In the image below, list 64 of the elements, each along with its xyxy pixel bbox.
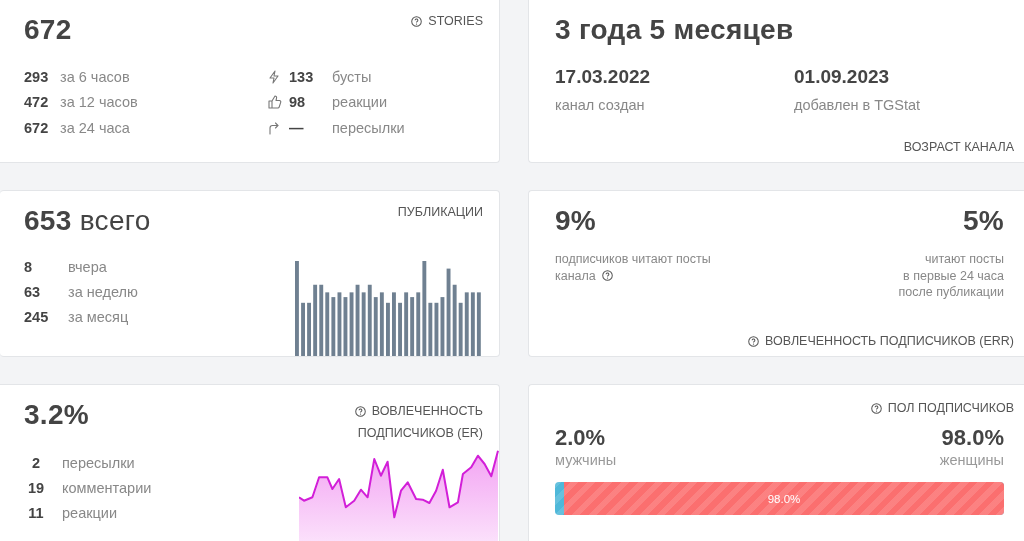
description-line: подписчиков читают посты bbox=[555, 251, 711, 268]
description-line: канала bbox=[555, 267, 596, 284]
bar bbox=[301, 302, 305, 356]
percent-value: 98.0% bbox=[941, 425, 1004, 451]
publications-total: 653 всего bbox=[24, 205, 152, 237]
er-value: 3.2% bbox=[24, 399, 91, 431]
bar bbox=[307, 302, 311, 356]
percent-value: 9% bbox=[555, 205, 598, 237]
lightning-icon bbox=[268, 69, 280, 84]
stat-value: 98 bbox=[289, 94, 307, 111]
period-value: 672 bbox=[24, 119, 50, 136]
card-title: ВОЗРАСТ КАНАЛА bbox=[903, 140, 1014, 154]
period-label: за 6 часов bbox=[60, 68, 130, 85]
description-line: после публикации bbox=[898, 284, 1004, 301]
bar bbox=[386, 302, 390, 356]
percent-value: 2.0% bbox=[555, 425, 607, 451]
period-value: 245 bbox=[24, 308, 50, 327]
date-value: 17.03.2022 bbox=[555, 66, 652, 88]
count-label: реакции bbox=[62, 504, 118, 523]
help-icon[interactable] bbox=[748, 335, 760, 347]
period-value: 63 bbox=[24, 283, 42, 302]
bar bbox=[392, 292, 396, 356]
gender-label: мужчины bbox=[555, 452, 617, 468]
bar bbox=[398, 302, 402, 356]
stat-value: — bbox=[289, 119, 305, 136]
card-title-line: ПОДПИСЧИКОВ (ER) bbox=[357, 425, 483, 442]
thumbs-up-icon bbox=[268, 95, 282, 110]
stat-label: реакции bbox=[332, 94, 388, 111]
percent-value: 5% bbox=[962, 205, 1004, 237]
count-value: 11 bbox=[28, 504, 44, 523]
count-label: комментарии bbox=[62, 479, 152, 498]
period-value: 293 bbox=[24, 68, 50, 85]
help-icon[interactable] bbox=[411, 15, 423, 27]
period-label: за неделю bbox=[68, 283, 138, 302]
description-line: в первые 24 часа bbox=[903, 267, 1004, 284]
help-icon[interactable] bbox=[354, 405, 366, 417]
gender-label: женщины bbox=[939, 452, 1004, 468]
stories-count: 672 bbox=[24, 14, 72, 46]
bar-label: 98.0% bbox=[767, 492, 801, 505]
stat-label: пересылки bbox=[332, 119, 405, 136]
description-line: читают посты bbox=[925, 251, 1004, 268]
period-value: 472 bbox=[24, 94, 50, 111]
period-label: за 12 часов bbox=[60, 94, 138, 111]
date-value: 01.09.2023 bbox=[794, 66, 891, 88]
count-value: 2 bbox=[31, 454, 41, 473]
card-title-line: ВОВЛЕЧЕННОСТЬ bbox=[371, 403, 483, 420]
card-title: STORIES bbox=[428, 14, 483, 28]
forward-arrow-icon bbox=[268, 120, 280, 135]
period-label: вчера bbox=[68, 258, 107, 277]
date-label: добавлен в TGStat bbox=[794, 97, 922, 113]
help-icon[interactable] bbox=[601, 270, 613, 282]
period-label: за месяц bbox=[68, 308, 129, 327]
period-label: за 24 часа bbox=[60, 119, 130, 136]
count-value: 19 bbox=[27, 479, 45, 498]
date-label: канал создан bbox=[555, 97, 646, 113]
channel-age: 3 года 5 месяцев bbox=[555, 14, 795, 46]
card-title: ПОЛ ПОДПИСЧИКОВ bbox=[887, 401, 1014, 415]
stat-label: бусты bbox=[332, 68, 372, 85]
card-title: ВОВЛЕЧЕННОСТЬ ПОДПИСЧИКОВ (ERR) bbox=[765, 334, 1014, 348]
stat-value: 133 bbox=[289, 68, 315, 85]
period-value: 8 bbox=[24, 258, 34, 277]
card-title: ПУБЛИКАЦИИ bbox=[397, 205, 483, 219]
count-label: пересылки bbox=[62, 454, 135, 473]
help-icon[interactable] bbox=[870, 402, 882, 414]
